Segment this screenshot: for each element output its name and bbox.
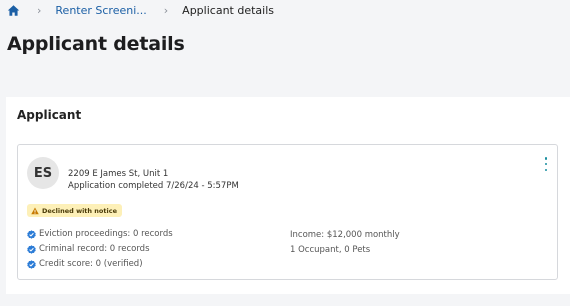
household-text: 1 Occupant, 0 Pets xyxy=(290,245,371,255)
verified-check-icon xyxy=(27,229,36,239)
more-options-icon[interactable] xyxy=(540,156,552,172)
page-title: Applicant details xyxy=(7,33,185,55)
breadcrumb-link-renter-screening[interactable]: Renter Screeni... xyxy=(55,4,146,17)
applicant-panel: Applicant ES 2209 E James St, Unit 1 App… xyxy=(6,97,570,294)
verified-check-icon xyxy=(27,259,36,269)
avatar: ES xyxy=(27,157,59,189)
home-icon[interactable] xyxy=(7,4,20,17)
income-text: Income: $12,000 monthly xyxy=(290,230,400,240)
breadcrumb-current: Applicant details xyxy=(182,3,274,17)
credit-check: Credit score: 0 (verified) xyxy=(27,259,143,269)
applicant-address: 2209 E James St, Unit 1 xyxy=(68,169,169,179)
breadcrumb: › Renter Screeni... › Applicant details xyxy=(7,3,274,17)
chevron-right-icon: › xyxy=(37,3,42,17)
chevron-right-icon: › xyxy=(163,3,169,17)
warning-icon xyxy=(31,207,39,215)
status-badge-label: Declined with notice xyxy=(42,206,117,215)
criminal-check: Criminal record: 0 records xyxy=(27,244,150,254)
verified-check-icon xyxy=(27,244,36,254)
status-badge: Declined with notice xyxy=(27,204,122,217)
eviction-check: Eviction proceedings: 0 records xyxy=(27,229,173,239)
applicant-card: ES 2209 E James St, Unit 1 Application c… xyxy=(17,144,558,280)
section-title: Applicant xyxy=(17,108,82,122)
application-completed-text: Application completed 7/26/24 - 5:57PM xyxy=(68,181,239,191)
